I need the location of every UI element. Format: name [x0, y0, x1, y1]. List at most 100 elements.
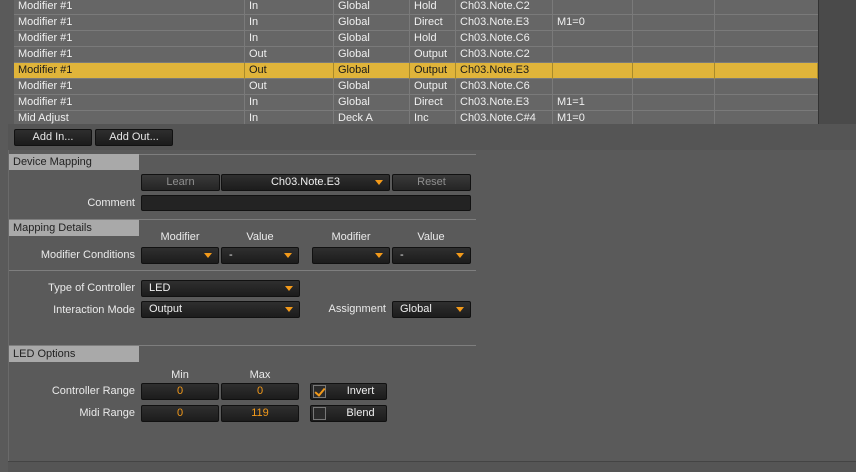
table-cell: [633, 63, 715, 79]
assignment-label: Assignment: [328, 303, 386, 315]
reset-button[interactable]: Reset: [392, 174, 471, 191]
section-divider: [9, 270, 476, 271]
table-cell: [633, 31, 715, 47]
section-divider: [139, 154, 476, 155]
add-out-button[interactable]: Add Out...: [95, 129, 173, 146]
table-row[interactable]: Mid Adjust In Deck A Inc Ch03.Note.C#4 M1=0: [14, 111, 818, 124]
table-cell: Deck A: [334, 111, 410, 124]
min-column-label: Min: [171, 369, 189, 381]
table-row[interactable]: Modifier #1 Out Global Output Ch03.Note.C6: [14, 79, 818, 95]
modifier-conditions-label: Modifier Conditions: [40, 249, 135, 261]
controller-range-label: Controller Range: [51, 385, 135, 397]
table-cell: Modifier #1: [14, 31, 245, 47]
add-in-button[interactable]: Add In...: [14, 129, 92, 146]
table-cell: [553, 79, 633, 95]
table-row[interactable]: Modifier #1 Out Global Output Ch03.Note.C2: [14, 47, 818, 63]
table-cell: Global: [334, 31, 410, 47]
table-cell: Global: [334, 79, 410, 95]
invert-checkbox[interactable]: Invert: [310, 383, 387, 400]
table-cell: Hold: [410, 31, 456, 47]
type-of-controller-dropdown[interactable]: LED: [141, 280, 300, 297]
chevron-down-icon: [375, 180, 383, 185]
table-cell: [715, 31, 818, 47]
dropdown-value: Output: [149, 303, 183, 315]
checkbox-empty-icon: [313, 407, 326, 420]
dropdown-value: -: [400, 249, 404, 261]
assignment-dropdown[interactable]: Global: [392, 301, 471, 318]
condition1-value-dropdown[interactable]: -: [221, 247, 299, 264]
controller-min-input[interactable]: 0: [141, 383, 219, 400]
learn-button[interactable]: Learn: [141, 174, 220, 191]
table-cell: Global: [334, 0, 410, 15]
table-row[interactable]: Modifier #1 In Global Hold Ch03.Note.C2: [14, 0, 818, 15]
table-cell: Modifier #1: [14, 79, 245, 95]
invert-label: Invert: [346, 385, 375, 397]
table-scroll-area[interactable]: [818, 0, 856, 124]
table-row[interactable]: Modifier #1 In Global Direct Ch03.Note.E3 M1=…: [14, 95, 818, 111]
table-cell: [715, 0, 818, 15]
midi-range-label: Midi Range: [79, 407, 135, 419]
dropdown-value: -: [229, 249, 233, 261]
table-row[interactable]: Modifier #1 Out Global Output Ch03.Note.E3: [14, 63, 818, 79]
table-cell: Modifier #1: [14, 0, 245, 15]
table-cell: [715, 47, 818, 63]
table-cell: [553, 47, 633, 63]
modifier-column-label: Modifier: [160, 231, 200, 243]
table-cell: [633, 47, 715, 63]
dropdown-value: Global: [400, 303, 432, 315]
mapping-table: Modifier #1 In Global Hold Ch03.Note.C2 Modif…: [14, 0, 818, 124]
midi-max-input[interactable]: 119: [221, 405, 299, 422]
table-cell: [715, 95, 818, 111]
table-cell: In: [245, 15, 334, 31]
table-cell: Ch03.Note.C2: [456, 0, 553, 15]
table-cell: Ch03.Note.E3: [456, 63, 553, 79]
table-cell: Ch03.Note.C#4: [456, 111, 553, 124]
comment-input[interactable]: [141, 195, 471, 211]
chevron-down-icon: [285, 286, 293, 291]
type-of-controller-label: Type of Controller: [48, 282, 135, 294]
checkmark-icon: [313, 385, 326, 398]
condition2-value-dropdown[interactable]: -: [392, 247, 471, 264]
table-cell: [633, 111, 715, 124]
table-cell: Modifier #1: [14, 15, 245, 31]
table-cell: Ch03.Note.C2: [456, 47, 553, 63]
table-row[interactable]: Modifier #1 In Global Hold Ch03.Note.C6: [14, 31, 818, 47]
table-row[interactable]: Modifier #1 In Global Direct Ch03.Note.E3 M1=…: [14, 15, 818, 31]
table-cell: Global: [334, 47, 410, 63]
table-cell: Inc: [410, 111, 456, 124]
condition2-modifier-dropdown[interactable]: [312, 247, 390, 264]
table-cell: Ch03.Note.E3: [456, 15, 553, 31]
interaction-mode-dropdown[interactable]: Output: [141, 301, 300, 318]
table-cell: [633, 15, 715, 31]
dropdown-value: LED: [149, 282, 171, 294]
blend-checkbox[interactable]: Blend: [310, 405, 387, 422]
table-cell: M1=1: [553, 95, 633, 111]
chevron-down-icon: [456, 307, 464, 312]
table-cell: Modifier #1: [14, 63, 245, 79]
panel-footer: [8, 461, 856, 472]
condition1-modifier-dropdown[interactable]: [141, 247, 219, 264]
table-cell: Out: [245, 47, 334, 63]
midi-min-input[interactable]: 0: [141, 405, 219, 422]
table-cell: [715, 111, 818, 124]
table-cell: Mid Adjust: [14, 111, 245, 124]
table-cell: [633, 95, 715, 111]
table-cell: [553, 31, 633, 47]
table-cell: Ch03.Note.C6: [456, 31, 553, 47]
table-cell: Ch03.Note.E3: [456, 95, 553, 111]
table-cell: Global: [334, 95, 410, 111]
table-cell: Output: [410, 63, 456, 79]
mapping-details-panel: Device Mapping Learn Ch03.Note.E3 Reset …: [8, 150, 856, 472]
table-cell: [715, 15, 818, 31]
table-cell: Out: [245, 79, 334, 95]
controller-max-input[interactable]: 0: [221, 383, 299, 400]
table-cell: In: [245, 31, 334, 47]
control-dropdown[interactable]: Ch03.Note.E3: [221, 174, 390, 191]
table-cell: Global: [334, 63, 410, 79]
table-cell: Out: [245, 63, 334, 79]
mapping-details-header: Mapping Details: [9, 220, 139, 236]
table-cell: [633, 0, 715, 15]
modifier-column-label: Modifier: [331, 231, 371, 243]
table-cell: [553, 0, 633, 15]
chevron-down-icon: [284, 253, 292, 258]
